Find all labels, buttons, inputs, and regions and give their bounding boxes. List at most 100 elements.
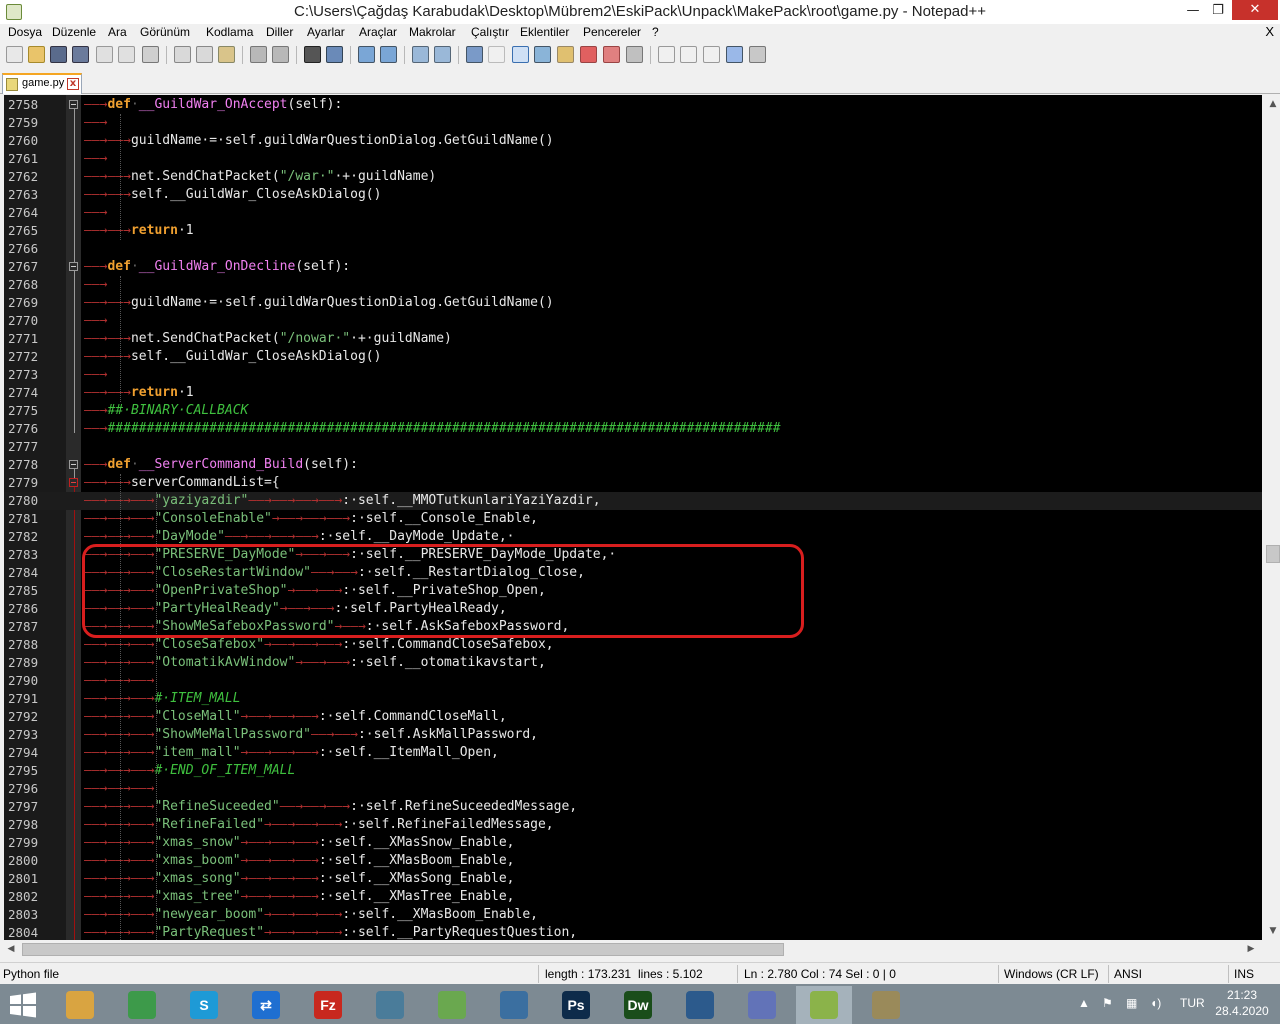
taskbar-app-python[interactable] (486, 986, 542, 1024)
zoom-out-icon[interactable] (380, 46, 397, 63)
code-line[interactable]: 2792 ——→——→——→"CloseMall"→——→——→——→:·self… (4, 708, 1262, 726)
code-line[interactable]: 2774 ——→——→return·1 (4, 384, 1262, 402)
save-macro-icon[interactable] (749, 46, 766, 63)
horizontal-scroll-thumb[interactable] (22, 943, 784, 956)
taskbar-app-skype[interactable]: S (176, 986, 232, 1024)
code-line[interactable]: 2765 ——→——→return·1 (4, 222, 1262, 240)
monitoring-icon[interactable] (626, 46, 643, 63)
windows-start-icon[interactable] (6, 990, 40, 1020)
close-icon[interactable] (96, 46, 113, 63)
taskbar-app-teamviewer[interactable]: ⇄ (238, 986, 294, 1024)
code-line[interactable]: 2766 (4, 240, 1262, 258)
code-line[interactable]: 2758 ——→def·__GuildWar_OnAccept(self): (4, 96, 1262, 114)
code-line[interactable]: 2795 ——→——→——→#·END_OF_ITEM_MALL (4, 762, 1262, 780)
volume-icon[interactable]: ◖) (1150, 996, 1161, 1010)
folder-workspace-icon[interactable] (580, 46, 597, 63)
taskbar-app-filezilla[interactable]: Fz (300, 986, 356, 1024)
taskbar-app-sync-tool[interactable] (424, 986, 480, 1024)
code-line[interactable]: 2778 ——→def·__ServerCommand_Build(self): (4, 456, 1262, 474)
menu-eklentiler[interactable]: Eklentiler (520, 25, 569, 39)
show-all-chars-icon[interactable] (488, 46, 505, 63)
code-line[interactable]: 2767 ——→def·__GuildWar_OnDecline(self): (4, 258, 1262, 276)
code-editor[interactable]: 2758 ——→def·__GuildWar_OnAccept(self): 275… (0, 95, 1280, 940)
redo-icon[interactable] (272, 46, 289, 63)
menu-ayarlar[interactable]: Ayarlar (307, 25, 345, 39)
stop-macro-icon[interactable] (680, 46, 697, 63)
scroll-down-icon[interactable]: ▼ (1262, 922, 1280, 940)
code-line[interactable]: 2801 ——→——→——→"xmas_song"→——→——→——→:·self… (4, 870, 1262, 888)
code-line[interactable]: 2773 ——→ (4, 366, 1262, 384)
vertical-scroll-thumb[interactable] (1266, 545, 1280, 563)
code-line[interactable]: 2802 ——→——→——→"xmas_tree"→——→——→——→:·self… (4, 888, 1262, 906)
code-line[interactable]: 2800 ——→——→——→"xmas_boom"→——→——→——→:·self… (4, 852, 1262, 870)
code-line[interactable]: 2794 ——→——→——→"item_mall"→——→——→——→:·self… (4, 744, 1262, 762)
taskbar-app-notepadpp[interactable] (796, 986, 852, 1024)
maximize-button[interactable]: ❐ (1203, 0, 1233, 22)
code-line[interactable]: 2790 ——→——→——→ (4, 672, 1262, 690)
function-list-icon[interactable] (557, 46, 574, 63)
code-line[interactable]: 2762 ——→——→net.SendChatPacket("/war·"·+·g… (4, 168, 1262, 186)
save-all-icon[interactable] (72, 46, 89, 63)
open-file-icon[interactable] (28, 46, 45, 63)
code-line[interactable]: 2763 ——→——→self.__GuildWar_CloseAskDialog… (4, 186, 1262, 204)
taskbar-app-virtualbox[interactable] (672, 986, 728, 1024)
code-line[interactable]: 2789 ——→——→——→"OtomatikAvWindow"→——→——→:·… (4, 654, 1262, 672)
save-icon[interactable] (50, 46, 67, 63)
word-wrap-icon[interactable] (466, 46, 483, 63)
code-line[interactable]: 2779 ——→——→serverCommandList={ (4, 474, 1262, 492)
copy-icon[interactable] (196, 46, 213, 63)
code-line[interactable]: 2797 ——→——→——→"RefineSuceeded"——→——→——→:·… (4, 798, 1262, 816)
menu-makrolar[interactable]: Makrolar (409, 25, 456, 39)
scroll-left-icon[interactable]: ◀ (2, 940, 20, 959)
code-line[interactable]: 2781 ——→——→——→"ConsoleEnable"→——→——→——→:·… (4, 510, 1262, 528)
code-line[interactable]: 2761 ——→ (4, 150, 1262, 168)
tray-expand-icon[interactable]: ▲ (1078, 996, 1090, 1010)
taskbar-app-chrome[interactable] (114, 986, 170, 1024)
code-line[interactable]: 2803 ——→——→——→"newyear_boom"→——→——→——→:·s… (4, 906, 1262, 924)
code-line[interactable]: 2775 ——→##·BINARY·CALLBACK (4, 402, 1262, 420)
sync-horizontal-icon[interactable] (434, 46, 451, 63)
menu-pencereler[interactable]: Pencereler (583, 25, 641, 39)
close-window-button[interactable]: ✕ (1232, 0, 1278, 20)
code-line[interactable]: 2759 ——→ (4, 114, 1262, 132)
network-icon[interactable]: ▦ (1126, 996, 1137, 1010)
code-line[interactable]: 2791 ——→——→——→#·ITEM_MALL (4, 690, 1262, 708)
code-line[interactable]: 2777 (4, 438, 1262, 456)
action-center-flag-icon[interactable]: ⚑ (1102, 996, 1113, 1010)
undo-icon[interactable] (250, 46, 267, 63)
system-clock[interactable]: 21:23 28.4.2020 (1212, 987, 1272, 1019)
menu-dosya[interactable]: Dosya (8, 25, 42, 39)
run-macro-multiple-icon[interactable] (726, 46, 743, 63)
code-line[interactable]: 2770 ——→ (4, 312, 1262, 330)
sync-vertical-icon[interactable] (412, 46, 429, 63)
code-line[interactable]: 2798 ——→——→——→"RefineFailed"→——→——→——→:·s… (4, 816, 1262, 834)
menu-araclar[interactable]: Araçlar (359, 25, 397, 39)
find-icon[interactable] (304, 46, 321, 63)
zoom-in-icon[interactable] (358, 46, 375, 63)
scroll-right-icon[interactable]: ▶ (1242, 940, 1260, 959)
document-map-icon[interactable] (534, 46, 551, 63)
code-line[interactable]: 2799 ——→——→——→"xmas_snow"→——→——→——→:·self… (4, 834, 1262, 852)
code-line[interactable]: 2771 ——→——→net.SendChatPacket("/nowar·"·+… (4, 330, 1262, 348)
code-line[interactable]: 2804 ——→——→——→"PartyRequest"→——→——→——→:·s… (4, 924, 1262, 940)
taskbar-app-explorer[interactable] (52, 986, 108, 1024)
tab-close-icon[interactable]: x (67, 78, 79, 90)
code-line[interactable]: 2793 ——→——→——→"ShowMeMallPassword"——→——→:… (4, 726, 1262, 744)
replace-icon[interactable] (326, 46, 343, 63)
taskbar-app-network-tool[interactable] (362, 986, 418, 1024)
menu-ara[interactable]: Ara (108, 25, 127, 39)
code-line[interactable]: 2796 ——→——→——→ (4, 780, 1262, 798)
code-line[interactable]: 2776 ——→#################################… (4, 420, 1262, 438)
language-indicator[interactable]: TUR (1180, 996, 1205, 1010)
menu-help[interactable]: ? (652, 25, 659, 39)
close-document-button[interactable]: X (1265, 24, 1274, 39)
scroll-up-icon[interactable]: ▲ (1262, 95, 1280, 113)
play-macro-icon[interactable] (703, 46, 720, 63)
print-icon[interactable] (142, 46, 159, 63)
record-macro-icon[interactable] (658, 46, 675, 63)
close-all-icon[interactable] (118, 46, 135, 63)
vertical-scrollbar[interactable]: ▲ ▼ (1262, 95, 1280, 940)
tab-game-py[interactable]: game.py x (2, 73, 82, 94)
menu-kodlama[interactable]: Kodlama (206, 25, 253, 39)
taskbar-app-dreamweaver[interactable]: Dw (610, 986, 666, 1024)
